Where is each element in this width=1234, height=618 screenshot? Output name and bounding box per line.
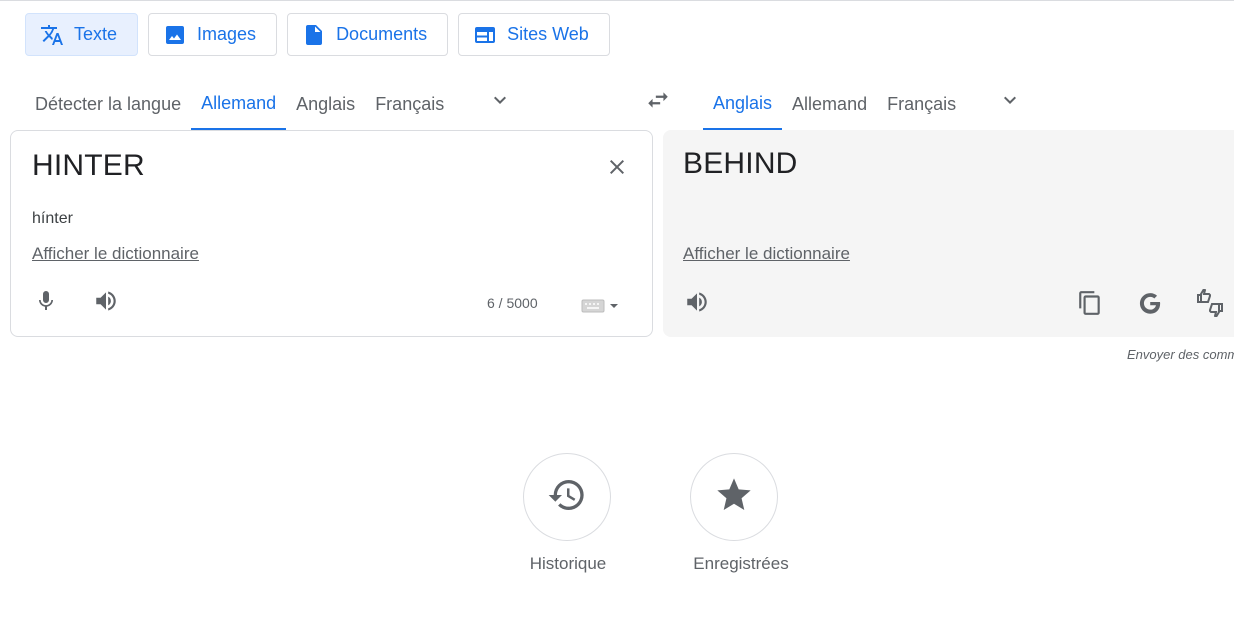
chevron-down-icon	[998, 88, 1022, 112]
source-lang-anglais[interactable]: Anglais	[286, 78, 365, 130]
website-icon	[473, 23, 497, 47]
google-search-button[interactable]	[1135, 288, 1165, 318]
speaker-icon	[684, 289, 710, 315]
source-transliteration: hínter	[32, 210, 73, 227]
history-button[interactable]	[523, 453, 611, 541]
tab-texte[interactable]: Texte	[25, 13, 139, 56]
source-panel: HINTER hínter Afficher le dictionnaire 6…	[10, 130, 653, 337]
input-tools-button[interactable]	[571, 294, 631, 318]
tab-documents[interactable]: Documents	[287, 13, 449, 56]
copy-icon	[1077, 290, 1103, 316]
tab-documents-label: Documents	[336, 24, 428, 44]
history-label: Historique	[529, 554, 607, 573]
send-feedback-link[interactable]: Envoyer des comm	[1127, 347, 1234, 362]
chevron-down-icon	[488, 88, 512, 112]
document-icon	[302, 23, 326, 47]
history-icon	[547, 475, 587, 520]
listen-translation-button[interactable]	[683, 288, 711, 316]
source-text-input[interactable]: HINTER	[32, 149, 145, 183]
microphone-icon	[34, 289, 58, 313]
caret-down-icon	[607, 299, 621, 313]
rate-translation-button[interactable]	[1195, 288, 1225, 318]
image-icon	[163, 23, 187, 47]
tab-sites-web[interactable]: Sites Web	[458, 13, 610, 56]
saved-button[interactable]	[690, 453, 778, 541]
target-lang-francais[interactable]: Français	[877, 78, 966, 130]
source-language-bar: Détecter la langue Allemand Anglais Fran…	[25, 78, 454, 130]
swap-icon	[645, 87, 671, 113]
tab-images-label: Images	[197, 24, 257, 44]
translation-output: BEHIND	[683, 147, 798, 180]
mode-tabs: Texte Images Documents Sites Web	[25, 13, 610, 56]
target-lang-anglais[interactable]: Anglais	[703, 78, 783, 130]
target-more-languages-button[interactable]	[996, 86, 1024, 114]
thumbs-up-down-icon	[1195, 289, 1225, 317]
speaker-icon	[93, 288, 119, 314]
target-panel: BEHIND Afficher le dictionnaire	[663, 130, 1234, 337]
voice-input-button[interactable]	[32, 287, 60, 315]
source-lang-allemand[interactable]: Allemand	[191, 78, 287, 130]
source-lang-francais[interactable]: Français	[365, 78, 454, 130]
translate-icon	[40, 23, 64, 47]
top-divider	[0, 0, 1234, 1]
close-icon	[605, 155, 629, 179]
saved-label: Enregistrées	[693, 554, 789, 573]
target-language-bar: Anglais Allemand Français	[703, 78, 966, 130]
tab-texte-label: Texte	[74, 24, 118, 44]
target-dictionary-link[interactable]: Afficher le dictionnaire	[683, 244, 850, 264]
tab-sites-web-label: Sites Web	[507, 24, 589, 44]
copy-translation-button[interactable]	[1075, 288, 1105, 318]
source-lang-detect[interactable]: Détecter la langue	[25, 78, 191, 130]
swap-languages-button[interactable]	[643, 85, 673, 115]
keyboard-icon	[581, 298, 607, 314]
listen-source-button[interactable]	[92, 287, 120, 315]
character-counter: 6 / 5000	[487, 295, 538, 311]
target-lang-allemand[interactable]: Allemand	[782, 78, 877, 130]
source-dictionary-link[interactable]: Afficher le dictionnaire	[32, 244, 199, 264]
star-icon	[714, 475, 754, 520]
tab-images[interactable]: Images	[148, 13, 278, 56]
clear-source-button[interactable]	[603, 153, 631, 181]
source-more-languages-button[interactable]	[486, 86, 514, 114]
google-g-icon	[1137, 290, 1163, 316]
